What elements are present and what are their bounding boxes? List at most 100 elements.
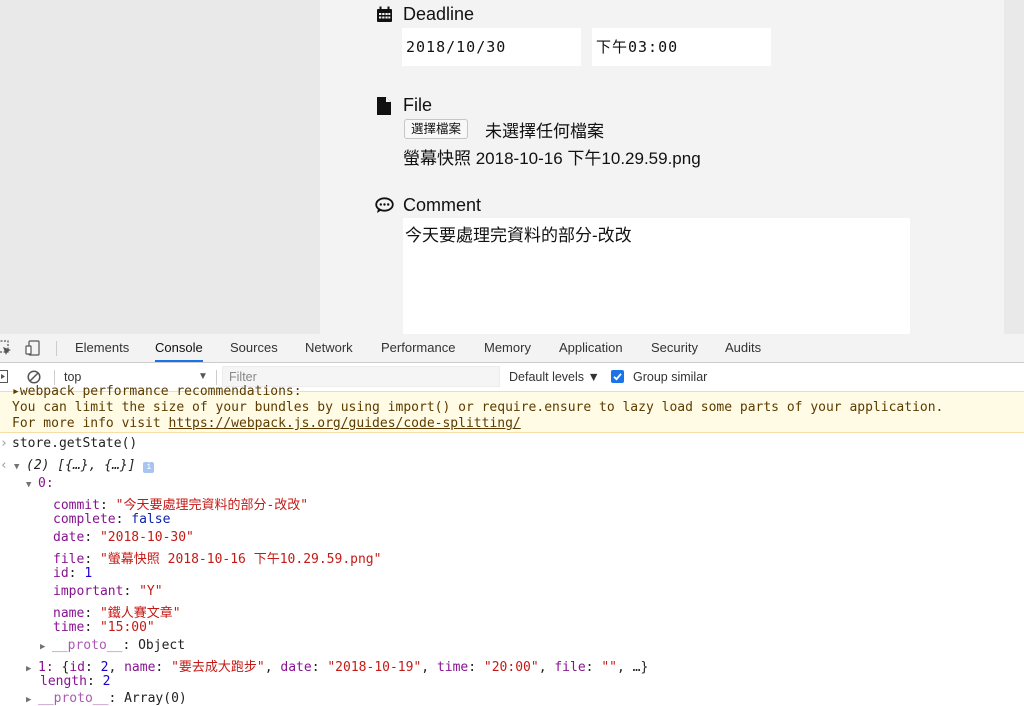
code-splitting-link[interactable]: https://webpack.js.org/guides/code-split… bbox=[169, 416, 521, 431]
inspect-element-icon[interactable] bbox=[0, 340, 12, 359]
field-value: "15:00" bbox=[99, 620, 155, 635]
field-row: complete: false bbox=[53, 512, 171, 527]
item-1-file-value: "" bbox=[601, 660, 617, 675]
devtools-tabbar: Elements Console Sources Network Perform… bbox=[0, 334, 1024, 363]
deadline-time-input[interactable]: 下午03:00 bbox=[592, 28, 771, 66]
field-row: name: "鐵人賽文章" bbox=[53, 606, 181, 621]
checkmark-icon bbox=[613, 373, 622, 381]
field-key: date bbox=[53, 530, 85, 545]
field-value: false bbox=[131, 512, 171, 527]
expand-triangle-icon[interactable]: ▼ bbox=[14, 462, 26, 472]
prompt-chevron-icon: › bbox=[0, 436, 8, 451]
item-1-close: …} bbox=[632, 660, 649, 675]
expand-triangle-icon[interactable]: ▼ bbox=[26, 480, 38, 490]
field-row: time: "15:00" bbox=[53, 620, 155, 635]
tab-application[interactable]: Application bbox=[559, 334, 623, 362]
no-file-chosen-text: 未選擇任何檔案 bbox=[485, 122, 604, 141]
log-levels-dropdown[interactable]: Default levels ▼ bbox=[509, 370, 600, 384]
group-similar-label: Group similar bbox=[633, 370, 708, 384]
context-selector[interactable]: top bbox=[64, 370, 81, 384]
array-result-line[interactable]: ‹ ▼ (2) [{…}, {…}] i bbox=[0, 458, 155, 473]
item-1-date-key: date bbox=[280, 660, 312, 675]
console-input-line: › store.getState() bbox=[0, 436, 137, 451]
console-warning-message: ▸webpack performance recommendations: Yo… bbox=[0, 384, 1024, 433]
array-summary: (2) [{…}, {…}] bbox=[26, 458, 136, 473]
field-key: time bbox=[53, 620, 85, 635]
toolbar-divider bbox=[216, 370, 217, 385]
proto-key: __proto__ bbox=[52, 638, 123, 653]
deadline-label: Deadline bbox=[403, 4, 475, 24]
device-toolbar-icon[interactable] bbox=[25, 340, 41, 359]
item-1-time-value: "20:00" bbox=[483, 660, 539, 675]
item-1-label: 1: bbox=[38, 660, 54, 675]
console-command: store.getState() bbox=[12, 436, 138, 451]
tab-security[interactable]: Security bbox=[651, 334, 698, 362]
tab-performance[interactable]: Performance bbox=[381, 334, 455, 362]
file-label: File bbox=[403, 95, 433, 115]
comment-label: Comment bbox=[403, 195, 482, 215]
item-1-name-value: "要去成大跑步" bbox=[171, 660, 265, 675]
warning-line-2-prefix: For more info visit bbox=[12, 416, 169, 431]
tab-console[interactable]: Console bbox=[155, 334, 203, 362]
field-row: id: 1 bbox=[53, 566, 93, 581]
proto-object-line[interactable]: ▶ __proto__: Object bbox=[40, 638, 185, 653]
comment-header: Comment bbox=[374, 195, 481, 216]
item-1-time-key: time bbox=[436, 660, 469, 675]
deadline-date-input[interactable]: 2018/10/30 bbox=[402, 28, 581, 66]
warning-line-1: You can limit the size of your bundles b… bbox=[12, 400, 944, 415]
item-1-name-key: name bbox=[124, 660, 156, 675]
file-icon bbox=[374, 96, 394, 116]
expand-triangle-icon[interactable]: ▶ bbox=[26, 695, 38, 705]
tab-memory[interactable]: Memory bbox=[484, 334, 531, 362]
length-key: length bbox=[40, 674, 87, 689]
group-similar-checkbox[interactable] bbox=[611, 370, 624, 383]
choose-file-button[interactable]: 選擇檔案 bbox=[404, 119, 469, 139]
field-row: file: "螢幕快照 2018-10-16 下午10.29.59.png" bbox=[53, 552, 382, 567]
context-dropdown-icon[interactable]: ▼ bbox=[198, 371, 208, 382]
filter-placeholder: Filter bbox=[229, 370, 257, 384]
field-row: important: "Y" bbox=[53, 584, 163, 599]
tab-elements[interactable]: Elements bbox=[75, 334, 129, 362]
item-1-file-key: file bbox=[554, 660, 586, 675]
field-key: complete bbox=[53, 512, 116, 527]
tabbar-divider bbox=[56, 341, 57, 356]
comment-icon bbox=[374, 196, 394, 216]
field-key: important bbox=[53, 584, 124, 599]
tab-audits[interactable]: Audits bbox=[725, 334, 761, 362]
length-line: length: 2 bbox=[40, 674, 111, 689]
warning-cut-line: ▸webpack performance recommendations: bbox=[12, 384, 302, 399]
proto-value: Object bbox=[138, 638, 186, 653]
item-1-line[interactable]: ▶ 1: {id: 2, name: "要去成大跑步", date: "2018-… bbox=[26, 656, 648, 675]
deadline-header: Deadline bbox=[374, 4, 474, 25]
field-value: 1 bbox=[84, 566, 93, 581]
show-sidebar-icon[interactable] bbox=[0, 370, 9, 387]
field-value: "2018-10-30" bbox=[99, 530, 194, 545]
field-row: date: "2018-10-30" bbox=[53, 530, 194, 545]
expand-triangle-icon[interactable]: ▶ bbox=[40, 642, 52, 652]
info-icon[interactable]: i bbox=[143, 462, 155, 473]
proto-value: Array(0) bbox=[124, 691, 187, 706]
toolbar-divider bbox=[54, 370, 55, 385]
proto-array-line[interactable]: ▶ __proto__: Array(0) bbox=[26, 691, 187, 706]
expand-triangle-icon[interactable]: ▶ bbox=[26, 664, 38, 674]
warning-line-2: For more info visit https://webpack.js.o… bbox=[12, 416, 521, 431]
field-key: id bbox=[53, 566, 69, 581]
tab-sources[interactable]: Sources bbox=[230, 334, 278, 362]
field-key: name bbox=[53, 606, 85, 621]
item-0-line[interactable]: ▼ 0: bbox=[26, 476, 54, 491]
comment-textarea[interactable]: 今天要處理完資料的部分-改改 bbox=[403, 218, 910, 334]
file-name: 螢幕快照 2018-10-16 下午10.29.59.png bbox=[403, 149, 701, 168]
result-chevron-icon: ‹ bbox=[0, 458, 8, 473]
item-1-date-value: "2018-10-19" bbox=[327, 660, 422, 675]
item-1-id-value: 2 bbox=[100, 660, 109, 675]
item-0-label: 0: bbox=[38, 476, 54, 491]
field-key: commit bbox=[53, 498, 100, 513]
item-1-id-key: id bbox=[69, 660, 85, 675]
calendar-icon bbox=[374, 5, 394, 25]
field-value: "Y" bbox=[139, 584, 163, 599]
proto-key: __proto__ bbox=[38, 691, 109, 706]
field-value: "鐵人賽文章" bbox=[99, 606, 181, 621]
tab-network[interactable]: Network bbox=[305, 334, 353, 362]
field-row: commit: "今天要處理完資料的部分-改改" bbox=[53, 498, 309, 513]
field-key: file bbox=[53, 552, 85, 567]
